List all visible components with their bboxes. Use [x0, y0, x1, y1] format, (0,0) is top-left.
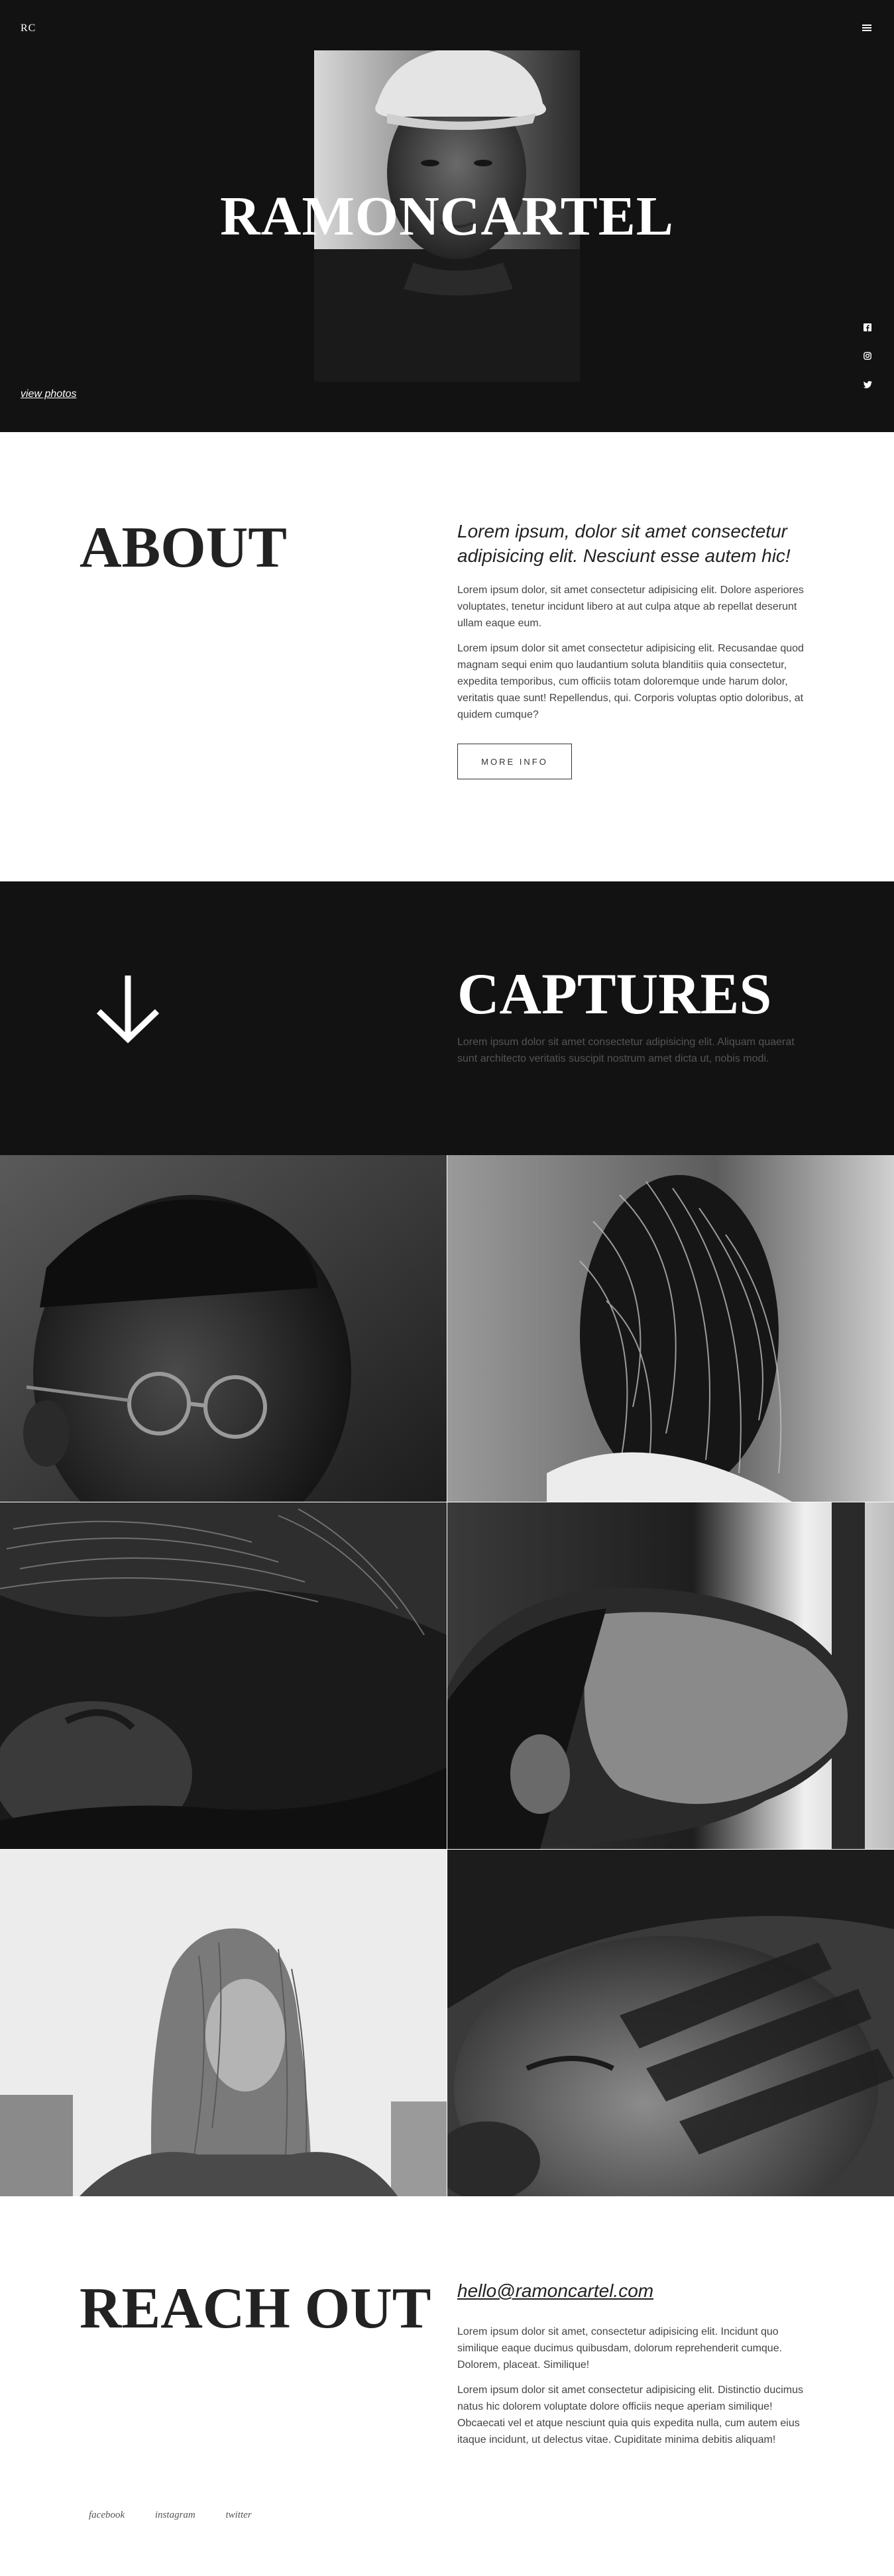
more-info-button[interactable]: MORE INFO [457, 744, 572, 779]
contact-paragraph: Lorem ipsum dolor sit amet consectetur a… [457, 2384, 803, 2445]
footer-links: facebook instagram twitter [89, 2510, 280, 2521]
view-photos-link[interactable]: view photos [21, 388, 77, 400]
facebook-icon[interactable] [861, 321, 874, 334]
about-lead: Lorem ipsum, dolor sit amet consectetur … [457, 521, 791, 566]
gallery-photo[interactable] [447, 1850, 894, 2196]
contact-paragraph: Lorem ipsum dolor sit amet, consectetur … [457, 2326, 783, 2371]
email-link[interactable]: hello@ramoncartel.com [457, 2280, 653, 2302]
arrow-down-icon [95, 974, 161, 1046]
about-paragraph: Lorem ipsum dolor, sit amet consectetur … [457, 585, 804, 629]
logo[interactable]: RC [21, 23, 36, 34]
captures-title: CAPTURES [457, 962, 772, 1027]
gallery-photo[interactable] [0, 1155, 447, 1502]
hero-section: RC RAMONCARTEL view photos [0, 0, 894, 432]
hamburger-icon[interactable] [862, 25, 871, 31]
gallery-photo[interactable] [0, 1502, 447, 1849]
gallery-photo[interactable] [0, 1850, 447, 2196]
instagram-icon[interactable] [861, 349, 874, 363]
reach-out-title: REACH OUT [80, 2276, 431, 2341]
captures-subtitle: Lorem ipsum dolor sit amet consectetur a… [457, 1036, 795, 1064]
social-rail [861, 321, 874, 406]
footer-link-facebook[interactable]: facebook [89, 2510, 125, 2520]
captures-section: CAPTURES Lorem ipsum dolor sit amet cons… [0, 881, 894, 1155]
gallery-photo[interactable] [447, 1155, 894, 1502]
photo-gallery [0, 1155, 894, 2196]
footer-link-instagram[interactable]: instagram [155, 2510, 196, 2520]
hero-title: RAMONCARTEL [220, 186, 674, 247]
twitter-icon[interactable] [861, 378, 874, 391]
gallery-photo[interactable] [447, 1502, 894, 1849]
footer-link-twitter[interactable]: twitter [225, 2510, 251, 2520]
about-title: ABOUT [80, 516, 287, 580]
about-paragraph: Lorem ipsum dolor sit amet consectetur a… [457, 643, 804, 720]
